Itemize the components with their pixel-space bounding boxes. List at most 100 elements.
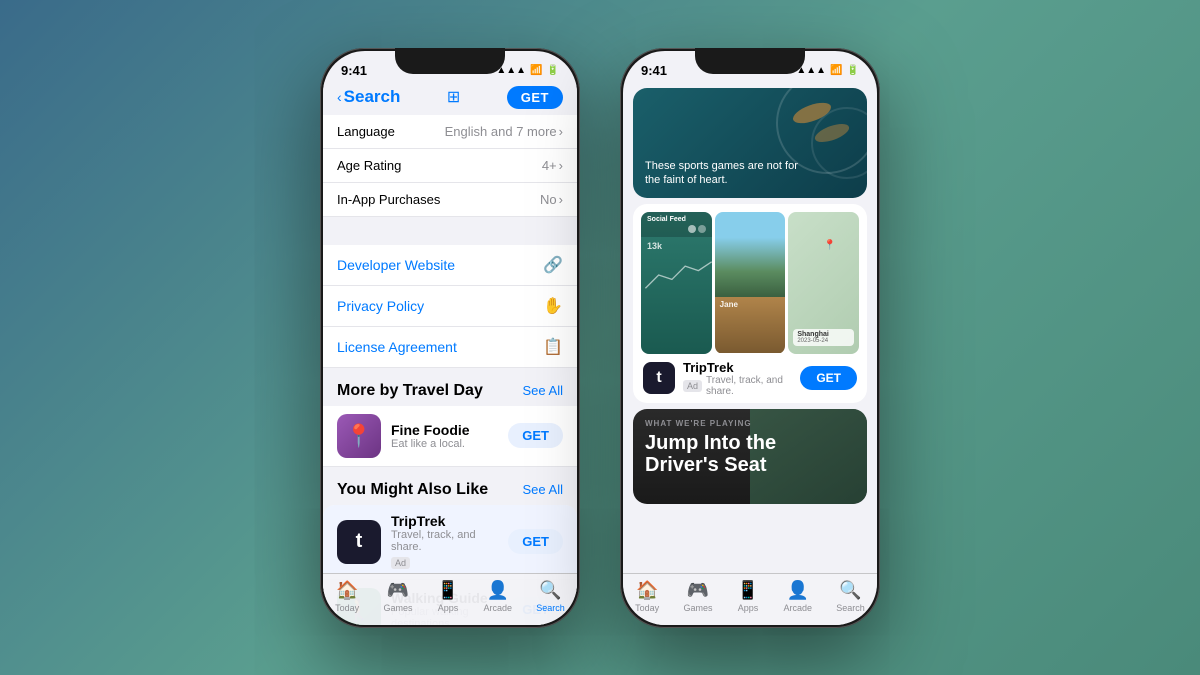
tab-today-2[interactable]: 🏠 Today [635, 580, 659, 613]
developer-website-link[interactable]: Developer Website [337, 257, 455, 273]
time-2: 9:41 [641, 63, 667, 78]
you-might-see-all[interactable]: See All [523, 482, 563, 497]
fine-foodie-subtitle: Eat like a local. [391, 438, 498, 450]
search-icon-tab: 🔍 [539, 580, 561, 601]
avatar-dot-1 [688, 225, 696, 233]
search-icon-tab-2: 🔍 [839, 580, 861, 601]
triptrek-card-name: TripTrek [683, 360, 792, 375]
developer-website-row[interactable]: Developer Website 🔗 [323, 245, 577, 286]
in-app-label: In-App Purchases [337, 192, 440, 207]
tab-apps-2[interactable]: 📱 Apps [737, 580, 759, 613]
triptrek-get-button[interactable]: GET [508, 529, 563, 554]
triptrek-bottom-row: t TripTrek Ad Travel, track, and share. … [633, 354, 867, 403]
triptrek-app-icon: t [643, 362, 675, 394]
tab-apps-1[interactable]: 📱 Apps [437, 580, 459, 613]
games-label: Games [383, 603, 412, 613]
tab-games-2[interactable]: 🎮 Games [683, 580, 712, 613]
chart-svg [641, 255, 712, 295]
more-by-see-all[interactable]: See All [523, 383, 563, 398]
time-1: 9:41 [341, 63, 367, 78]
map-label: Shanghai 2023-05-24 [793, 329, 854, 346]
privacy-policy-link[interactable]: Privacy Policy [337, 298, 424, 314]
apps-icon-2: 📱 [737, 580, 759, 601]
games-label-2: Games [683, 603, 712, 613]
triptrek-row: t TripTrek Travel, track, and share. Ad … [323, 505, 577, 580]
playing-eyebrow: WHAT WE'RE PLAYING [645, 419, 855, 428]
triptrek-card[interactable]: Social Feed 13k Jane [633, 204, 867, 403]
today-icon-2: 🏠 [636, 580, 658, 601]
ad-badge: Ad [391, 557, 410, 569]
privacy-policy-row[interactable]: Privacy Policy ✋ [323, 286, 577, 327]
tab-search-1[interactable]: 🔍 Search [536, 580, 565, 613]
playing-card-content: WHAT WE'RE PLAYING Jump Into the Driver'… [645, 419, 855, 476]
map-pin: 📍 [824, 240, 836, 251]
triptrek-name: TripTrek [391, 513, 498, 529]
license-agreement-row[interactable]: License Agreement 📋 [323, 327, 577, 368]
status-icons-2: ▲▲▲ 📶 🔋 [796, 65, 859, 76]
language-value: English and 7 more › [445, 124, 563, 139]
triptrek-card-get-button[interactable]: GET [800, 366, 857, 390]
foodie-icon-glyph: 📍 [345, 423, 372, 449]
playing-title-line1: Jump Into the [645, 432, 855, 454]
more-by-header: More by Travel Day See All [323, 368, 577, 406]
tab-search-2[interactable]: 🔍 Search [836, 580, 865, 613]
sports-decoration [738, 88, 867, 198]
triptrek-icon: t [337, 520, 381, 564]
tab-games-1[interactable]: 🎮 Games [383, 580, 412, 613]
games-icon: 🎮 [387, 580, 409, 601]
hand-icon: ✋ [543, 296, 563, 316]
nav-title: Search [344, 87, 401, 107]
playing-card[interactable]: WHAT WE'RE PLAYING Jump Into the Driver'… [633, 409, 867, 504]
sports-decoration-svg [738, 88, 867, 198]
triptrek-info: TripTrek Travel, track, and share. Ad [391, 513, 498, 571]
fine-foodie-row: 📍 Fine Foodie Eat like a local. GET [323, 406, 577, 467]
apps-label: Apps [438, 603, 459, 613]
get-button-main[interactable]: GET [507, 86, 563, 109]
notch-1 [395, 48, 505, 74]
in-app-purchases-row: In-App Purchases No › [323, 183, 577, 217]
license-agreement-link[interactable]: License Agreement [337, 339, 457, 355]
tab-arcade-2[interactable]: 👤 Arcade [783, 580, 812, 613]
triptrek-card-subtitle: Travel, track, and share. [706, 375, 792, 397]
arcade-icon: 👤 [487, 580, 509, 601]
today-icon: 🏠 [336, 580, 358, 601]
stat-13k: 13k [641, 237, 712, 255]
triptrek-app-info: TripTrek Ad Travel, track, and share. [683, 360, 792, 397]
tab-arcade-1[interactable]: 👤 Arcade [483, 580, 512, 613]
search-label: Search [536, 603, 565, 613]
fine-foodie-name: Fine Foodie [391, 422, 498, 438]
tab-today-1[interactable]: 🏠 Today [335, 580, 359, 613]
playing-title-line2: Driver's Seat [645, 454, 855, 476]
mountain-bg [715, 212, 786, 297]
wifi-icon-1: 📶 [530, 65, 542, 76]
shanghai-label: Shanghai [797, 331, 850, 338]
fine-foodie-info: Fine Foodie Eat like a local. [391, 422, 498, 450]
you-might-title: You Might Also Like [337, 481, 488, 499]
section-gap-1 [323, 217, 577, 245]
apps-icon: 📱 [437, 580, 459, 601]
arcade-icon-2: 👤 [787, 580, 809, 601]
back-button[interactable]: ‹ Search [337, 87, 400, 107]
today-label: Today [335, 603, 359, 613]
phone-2: 9:41 ▲▲▲ 📶 🔋 These sports [620, 48, 880, 628]
avatar-dot-2 [698, 225, 706, 233]
chevron-left-icon: ‹ [337, 89, 342, 105]
doc-icon: 📋 [543, 337, 563, 357]
sports-card[interactable]: These sports games are not for the faint… [633, 88, 867, 198]
external-link-icon: 🔗 [543, 255, 563, 275]
social-feed-label: Social Feed [647, 216, 706, 223]
nav-bar-1: ‹ Search ⊞ GET [323, 82, 577, 115]
battery-icon-2: 🔋 [847, 65, 859, 76]
battery-icon-1: 🔋 [547, 65, 559, 76]
arcade-label: Arcade [483, 603, 512, 613]
more-by-title: More by Travel Day [337, 382, 483, 400]
apps-label-2: Apps [738, 603, 759, 613]
age-rating-row: Age Rating 4+ › [323, 149, 577, 183]
hiker-name: Jane [720, 300, 781, 309]
screen-mountain: Jane [715, 212, 786, 354]
triptrek-ad-badge: Ad [683, 380, 702, 392]
wifi-icon-2: 📶 [830, 65, 842, 76]
filter-icon[interactable]: ⊞ [447, 87, 460, 107]
fine-foodie-get-button[interactable]: GET [508, 423, 563, 448]
language-row: Language English and 7 more › [323, 115, 577, 149]
